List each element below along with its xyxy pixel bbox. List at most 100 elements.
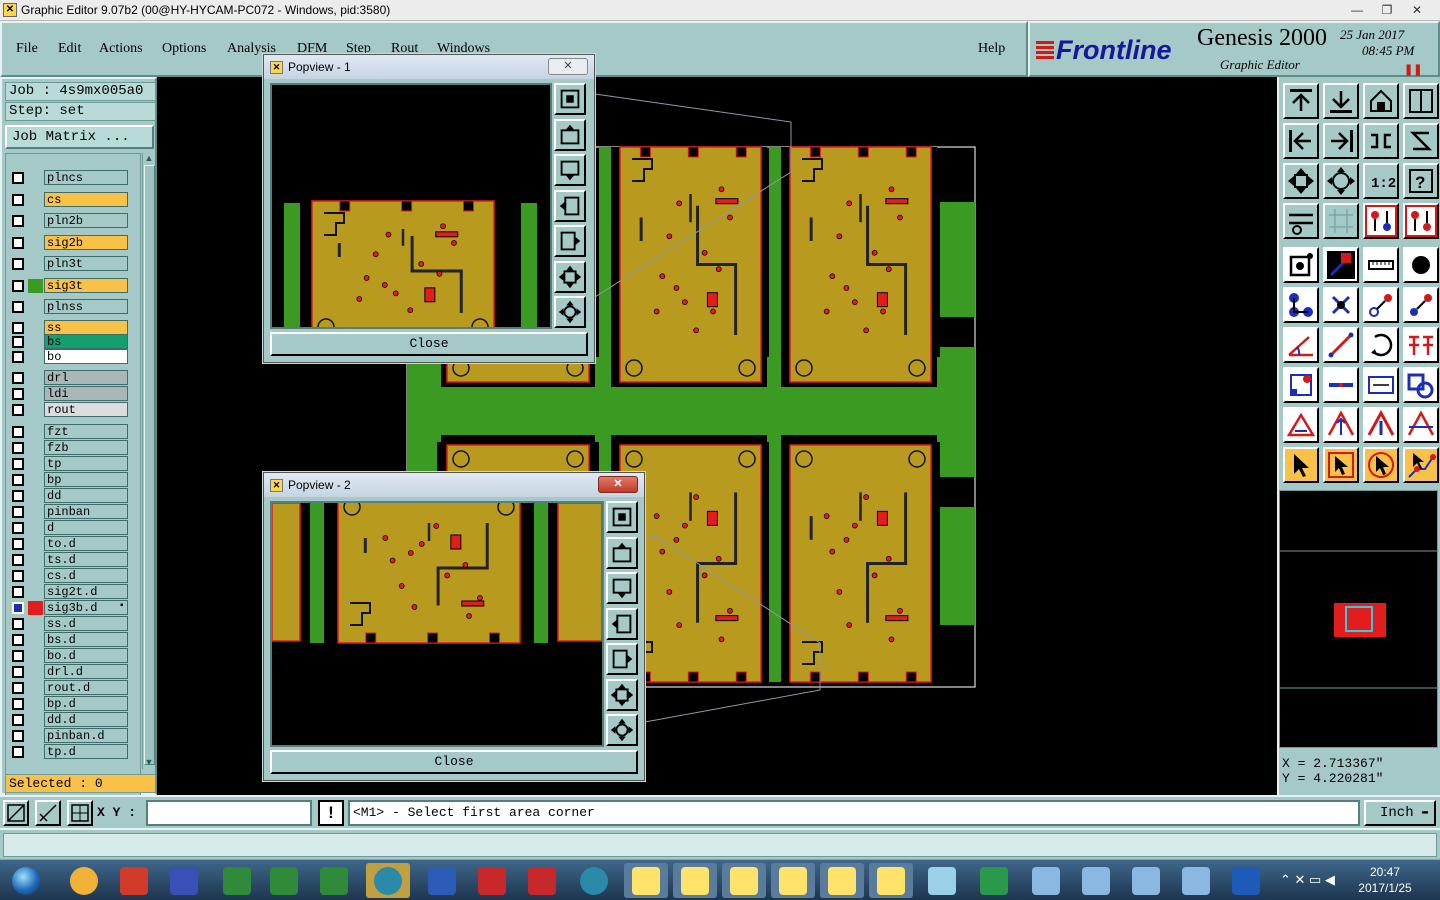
layer-checkbox[interactable] xyxy=(12,730,24,742)
layer-checkbox[interactable] xyxy=(12,280,24,292)
layer-row-rout[interactable]: rout xyxy=(8,402,130,417)
home-icon[interactable] xyxy=(1363,83,1399,119)
unit-selector[interactable]: Inch ▬ xyxy=(1364,800,1436,826)
snap-point-icon[interactable] xyxy=(1363,287,1399,323)
layer-color-swatch[interactable] xyxy=(28,236,43,250)
taskbar-app-eye-icon[interactable] xyxy=(572,863,616,898)
layer-checkbox[interactable] xyxy=(12,388,24,400)
line-icon[interactable] xyxy=(1323,327,1359,363)
zoom-fit-icon[interactable] xyxy=(606,678,638,711)
job-matrix-button[interactable]: Job Matrix ... xyxy=(5,125,154,149)
layer-row-fzb[interactable]: fzb xyxy=(8,440,130,455)
pad-icon[interactable] xyxy=(1283,247,1319,283)
scroll-up-icon[interactable]: ▲ xyxy=(143,153,155,163)
layer-row-fzt[interactable]: fzt xyxy=(8,424,130,439)
warning-button[interactable]: ! xyxy=(318,800,344,826)
pan-down-icon[interactable] xyxy=(1323,83,1359,119)
taskbar-autocad-icon[interactable] xyxy=(470,863,514,898)
taskbar-word-icon[interactable] xyxy=(420,863,464,898)
layer-name[interactable]: cs.d xyxy=(44,568,128,583)
layer-name[interactable]: ss.d xyxy=(44,616,128,631)
layer-checkbox[interactable] xyxy=(12,714,24,726)
layer-checkbox[interactable] xyxy=(12,490,24,502)
layer-checkbox[interactable] xyxy=(12,666,24,678)
taskbar-app-shell-icon[interactable] xyxy=(62,863,106,898)
layer-color-swatch[interactable] xyxy=(28,505,43,519)
layer-name[interactable]: plncs xyxy=(44,170,128,185)
popview-2-close-button[interactable]: Close xyxy=(270,750,638,774)
snap-icon[interactable] xyxy=(3,800,29,826)
taskbar-genesis-window-icon[interactable] xyxy=(820,863,864,898)
rotate-icon[interactable] xyxy=(1363,327,1399,363)
layer-color-swatch[interactable] xyxy=(28,371,43,385)
pan-left-icon[interactable] xyxy=(554,189,586,222)
layer-row-bo[interactable]: bo xyxy=(8,349,130,364)
layer-row-pinban-d[interactable]: pinban.d xyxy=(8,728,130,743)
menu-options[interactable]: Options xyxy=(162,41,206,57)
layer-color-swatch[interactable] xyxy=(28,489,43,503)
layer-checkbox[interactable] xyxy=(12,698,24,710)
pan-up-icon[interactable] xyxy=(1283,83,1319,119)
pan-right-icon[interactable] xyxy=(1323,123,1359,159)
layer-menu-icon[interactable]: ▪ xyxy=(120,600,124,611)
layer-toggle-icon[interactable] xyxy=(1363,203,1399,239)
taskbar-window-icon[interactable] xyxy=(1174,863,1218,898)
layer-color-swatch[interactable] xyxy=(28,321,43,335)
layer-color-swatch[interactable] xyxy=(28,257,43,271)
layer-checkbox[interactable] xyxy=(12,194,24,206)
layer-row-cs[interactable]: cs xyxy=(8,192,130,207)
layer-checkbox[interactable] xyxy=(12,351,24,363)
popview-1-close-icon[interactable]: ✕ xyxy=(548,58,588,75)
layer-checkbox[interactable] xyxy=(12,474,24,486)
pan-left-icon[interactable] xyxy=(1283,123,1319,159)
layer-name[interactable]: plnss xyxy=(44,299,128,314)
zoom-fit-icon[interactable] xyxy=(1283,163,1319,199)
taskbar-genesis-window-icon[interactable] xyxy=(722,863,766,898)
layer-name[interactable]: bo xyxy=(44,349,128,364)
taskbar-excel-icon[interactable] xyxy=(312,863,356,898)
layer-color-swatch[interactable] xyxy=(28,569,43,583)
layer-checkbox[interactable] xyxy=(12,602,24,614)
layer-row-ts-d[interactable]: ts.d xyxy=(8,552,130,567)
layer-name[interactable]: bp xyxy=(44,472,128,487)
layer-color-swatch[interactable] xyxy=(28,457,43,471)
ruler-icon[interactable] xyxy=(1363,247,1399,283)
layer-color-swatch[interactable] xyxy=(28,335,43,349)
layer-name[interactable]: ts.d xyxy=(44,552,128,567)
taskbar-window-icon[interactable] xyxy=(1124,863,1168,898)
layer-color-swatch[interactable] xyxy=(28,279,43,293)
measure-icon[interactable] xyxy=(35,800,61,826)
menu-actions[interactable]: Actions xyxy=(99,41,143,57)
layer-checkbox[interactable] xyxy=(12,522,24,534)
layer-color-swatch[interactable] xyxy=(28,729,43,743)
layer-checkbox[interactable] xyxy=(12,634,24,646)
layer-name[interactable]: drl.d xyxy=(44,664,128,679)
layer-color-swatch[interactable] xyxy=(28,350,43,364)
layer-row-drl[interactable]: drl xyxy=(8,370,130,385)
layer-checkbox[interactable] xyxy=(12,746,24,758)
layer-name[interactable]: bs.d xyxy=(44,632,128,647)
layer-row-ss[interactable]: ss xyxy=(8,320,130,335)
ratio-icon[interactable]: 1:2 xyxy=(1363,163,1399,199)
layer-row-sig3t[interactable]: sig3t xyxy=(8,278,130,293)
pan-right-icon[interactable] xyxy=(554,225,586,257)
layer-row-ss-d[interactable]: ss.d xyxy=(8,616,130,631)
layer-name[interactable]: rout xyxy=(44,402,128,417)
pan-down-icon[interactable] xyxy=(606,572,638,604)
layer-name[interactable]: ldi xyxy=(44,386,128,401)
shape-icon[interactable] xyxy=(1403,367,1439,403)
zoom-window-icon[interactable] xyxy=(554,83,586,115)
taskbar-window-icon[interactable] xyxy=(1074,863,1118,898)
layer-color-swatch[interactable] xyxy=(28,745,43,759)
taskbar-app-p-icon[interactable] xyxy=(972,863,1016,898)
layer-row-tp-d[interactable]: tp.d xyxy=(8,744,130,759)
system-tray-icons[interactable]: ⌃ ✕ ▭ ◀ xyxy=(1280,872,1335,888)
layer-name[interactable]: sig2b xyxy=(44,235,128,250)
layer-checkbox[interactable] xyxy=(12,258,24,270)
pointer-icon[interactable] xyxy=(1283,447,1319,483)
layer-checkbox[interactable] xyxy=(12,237,24,249)
layer-checkbox[interactable] xyxy=(12,301,24,313)
menu-file[interactable]: File xyxy=(16,41,38,57)
layer-name[interactable]: d xyxy=(44,520,128,535)
arrow-up-red-icon[interactable] xyxy=(1363,407,1399,443)
